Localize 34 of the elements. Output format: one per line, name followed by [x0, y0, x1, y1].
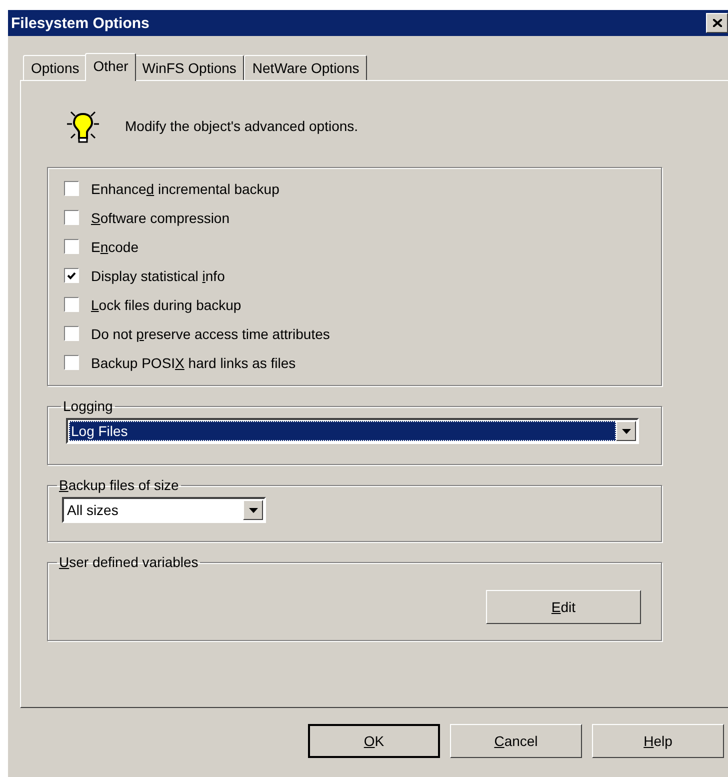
checkbox[interactable]	[64, 326, 79, 341]
checkbox[interactable]	[64, 268, 79, 283]
group-label: Logging	[62, 398, 114, 414]
tab[interactable]: Other	[85, 53, 136, 81]
close-button[interactable]	[706, 13, 728, 33]
dropdown-arrow-icon	[622, 428, 630, 434]
checkbox-label[interactable]: Backup POSIX hard links as files	[91, 354, 296, 370]
checkbox-label[interactable]: Do not preserve access time attributes	[91, 326, 330, 342]
checkbox[interactable]	[64, 297, 79, 312]
checkbox[interactable]	[64, 181, 79, 196]
group-label: User defined variables	[58, 554, 200, 570]
tab[interactable]: WinFS Options	[134, 55, 244, 80]
close-icon	[712, 19, 722, 27]
checkbox-label[interactable]: Lock files during backup	[91, 296, 242, 312]
checkbox[interactable]	[64, 210, 79, 225]
checkbox-label[interactable]: Enhanced incremental backup	[91, 180, 280, 196]
dropdown-field[interactable]: Log Files	[66, 418, 639, 444]
checkbox-label[interactable]: Encode	[91, 238, 138, 254]
checkbox-label[interactable]: Software compression	[91, 210, 230, 226]
window-title: Filesystem Options	[11, 14, 150, 32]
checkbox[interactable]	[64, 239, 79, 254]
checkbox-label[interactable]: Display statistical info	[91, 268, 225, 284]
dropdown-field[interactable]: All sizes	[62, 497, 266, 523]
checkbox[interactable]	[64, 355, 79, 370]
description-text: Modify the object's advanced options.	[125, 118, 358, 134]
dialog-button[interactable]: OK	[308, 724, 440, 758]
edit-button[interactable]: Edit	[486, 590, 641, 624]
group-label: Backup files of size	[58, 477, 180, 493]
checkmark-icon	[67, 272, 76, 280]
dialog-button[interactable]: Help	[592, 724, 724, 758]
tab[interactable]: NetWare Options	[244, 55, 368, 80]
dialog-button[interactable]: Cancel	[450, 724, 582, 758]
tab[interactable]: Options	[23, 55, 88, 80]
dropdown-arrow-icon	[248, 508, 258, 512]
